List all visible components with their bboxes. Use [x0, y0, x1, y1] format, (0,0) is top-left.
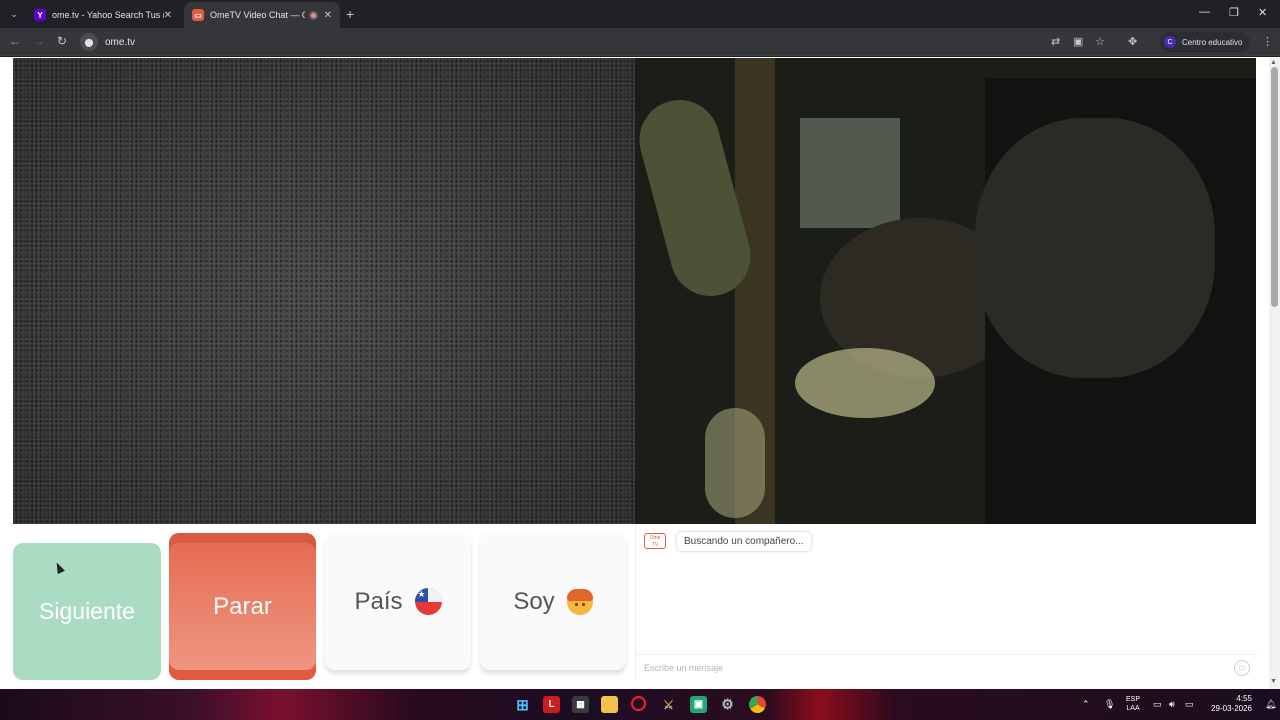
forward-arrow-icon[interactable]: → — [33, 34, 45, 48]
yahoo-icon: Y — [34, 9, 46, 21]
stop-label: Parar — [213, 592, 272, 620]
l-app-icon[interactable]: L — [543, 696, 560, 713]
notifications-icon[interactable]: 🔔︎ — [1265, 689, 1276, 720]
flag-chile-icon: ★ — [414, 588, 442, 615]
gender-label: Soy — [513, 587, 555, 615]
partner-video — [635, 58, 1256, 524]
boy-emoji-icon — [566, 588, 593, 615]
restore-icon[interactable]: ❐ — [1229, 6, 1239, 19]
site-info-icon[interactable]: ⬤ — [80, 33, 98, 51]
next-button[interactable]: Siguiente — [13, 543, 161, 680]
chat-panel: Ome TV Buscando un compañero... ☺ — [635, 524, 1257, 680]
taskbar-clock[interactable]: 4:55 29-03-2026 — [1208, 694, 1252, 714]
cast-icon[interactable]: ▣ — [1073, 35, 1083, 48]
bookmark-star-icon[interactable]: ☆ — [1095, 35, 1105, 48]
address-bar[interactable]: ⬤ ome.tv — [80, 31, 1080, 53]
profile-name: Centro educativo — [1182, 37, 1243, 47]
tab-close-icon[interactable]: ✕ — [324, 10, 332, 21]
tab-title: ome.tv - Yahoo Search Tus resu — [52, 10, 164, 20]
window-close-icon[interactable]: ✕ — [1258, 6, 1267, 19]
tab-title: OmeTV Video Chat — Ome — [210, 10, 305, 20]
message-input[interactable] — [644, 662, 1204, 673]
battery-icon[interactable]: ▭ — [1185, 689, 1194, 720]
tab-yahoo-search[interactable]: Y ome.tv - Yahoo Search Tus resu ✕ — [26, 2, 180, 28]
next-label: Siguiente — [39, 598, 135, 624]
tab-ometv[interactable]: ▭ OmeTV Video Chat — Ome ✕ — [184, 2, 340, 28]
ometv-logo-icon: Ome TV — [644, 533, 666, 549]
windows-taskbar: ⊞ L ▦ ⚔ ▣ ⚙ ⌃ 🎙︎ ESP LAA ▭ 🔊︎ ▭ 4:55 29-… — [0, 689, 1280, 720]
back-arrow-icon[interactable]: ← — [9, 34, 21, 48]
recording-icon — [308, 10, 318, 20]
extensions-puzzle-icon[interactable]: ✥ — [1128, 35, 1137, 48]
menu-kebab-icon[interactable]: ⋮ — [1262, 35, 1273, 48]
scroll-up-icon[interactable]: ▲ — [1270, 59, 1277, 66]
ometv-page: Siguiente Parar País ★ Soy Ome TV Buscan… — [0, 57, 1280, 689]
browser-toolbar: ← → ↻ ⬤ ome.tv ⇄ ▣ ☆ ✥ C Centro educativ… — [0, 28, 1280, 56]
url-text[interactable]: ome.tv — [105, 37, 135, 48]
file-explorer-icon[interactable] — [601, 696, 618, 713]
stop-button[interactable]: Parar — [169, 533, 316, 680]
country-button[interactable]: País ★ — [325, 533, 471, 670]
self-video-static — [13, 58, 635, 524]
scrollbar-thumb[interactable] — [1271, 67, 1278, 307]
chrome-icon[interactable] — [749, 696, 766, 713]
tab-strip: ⌄ Y ome.tv - Yahoo Search Tus resu ✕ ▭ O… — [0, 0, 1280, 28]
green-app-icon[interactable]: ▣ — [690, 696, 707, 713]
translate-icon[interactable]: ⇄ — [1051, 35, 1060, 48]
store-icon[interactable]: ▦ — [572, 696, 589, 713]
reload-icon[interactable]: ↻ — [57, 34, 67, 48]
new-tab-plus-icon[interactable]: + — [346, 6, 354, 22]
chat-status-message: Buscando un compañero... — [677, 532, 811, 551]
tab-close-icon[interactable]: ✕ — [164, 10, 172, 21]
opera-icon[interactable] — [631, 696, 646, 711]
smiley-icon[interactable]: ☺ — [1234, 660, 1250, 676]
network-icon[interactable]: ▭ — [1153, 689, 1162, 720]
microphone-icon[interactable]: 🎙︎ — [1104, 689, 1115, 720]
league-icon[interactable]: ⚔ — [660, 696, 677, 713]
minimize-icon[interactable]: — — [1199, 6, 1210, 18]
avatar: C — [1164, 36, 1176, 48]
language-indicator[interactable]: ESP LAA — [1126, 695, 1140, 713]
scroll-down-icon[interactable]: ▼ — [1270, 678, 1277, 685]
windows-start-icon[interactable]: ⊞ — [514, 696, 531, 714]
tab-search-chevron-icon[interactable]: ⌄ — [6, 6, 22, 22]
page-scrollbar[interactable]: ▲ ▼ — [1269, 57, 1280, 689]
gender-button[interactable]: Soy — [480, 533, 626, 670]
ometv-icon: ▭ — [192, 9, 204, 21]
profile-button[interactable]: C Centro educativo — [1160, 32, 1251, 52]
volume-icon[interactable]: 🔊︎ — [1169, 689, 1175, 720]
country-label: País — [354, 587, 403, 615]
tray-chevron-icon[interactable]: ⌃ — [1082, 689, 1090, 720]
chat-input-bar: ☺ — [636, 654, 1257, 680]
settings-icon[interactable]: ⚙ — [719, 696, 736, 713]
